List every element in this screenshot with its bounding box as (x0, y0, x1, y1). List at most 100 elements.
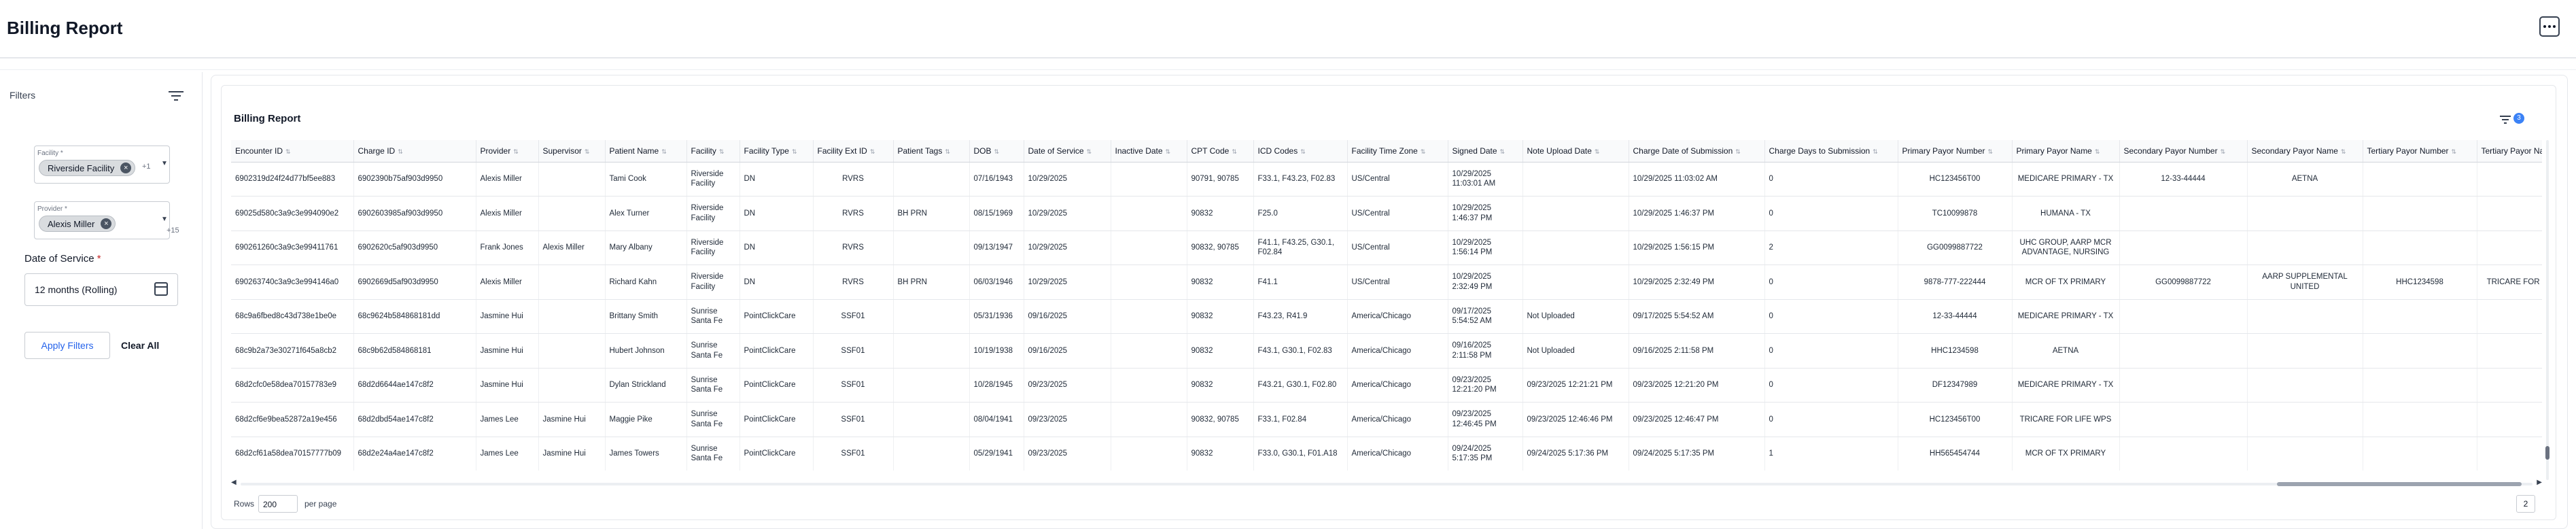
column-header-label: Charge Days to Submission (1769, 146, 1870, 156)
scrollbar-track[interactable] (2546, 140, 2549, 480)
scrollbar-thumb[interactable] (2545, 446, 2549, 460)
table-cell: US/Central (1347, 196, 1448, 231)
sort-icon[interactable]: ⇅ (2095, 148, 2100, 155)
table-row[interactable]: 68c9b2a73e30271f645a8cb2 68c9b62d58486818… (231, 333, 2542, 369)
column-header[interactable]: Note Upload Date ⇅ (1522, 140, 1629, 163)
column-header[interactable]: Secondary Payor Number ⇅ (2119, 140, 2248, 163)
column-header[interactable]: DOB ⇅ (969, 140, 1024, 163)
report-title: Billing Report (234, 113, 301, 124)
table-cell: 0 (1764, 299, 1898, 334)
column-header[interactable]: Primary Payor Name ⇅ (2012, 140, 2120, 163)
table-cell: Alexis Miller (476, 264, 539, 300)
sort-icon[interactable]: ⇅ (1988, 148, 1994, 155)
column-header[interactable]: Tertiary Payor Number ⇅ (2363, 140, 2477, 163)
scroll-right-icon[interactable]: ▶ (2537, 479, 2542, 486)
column-header[interactable]: Primary Payor Number ⇅ (1898, 140, 2013, 163)
column-header[interactable]: Facility Type ⇅ (739, 140, 814, 163)
column-header[interactable]: Provider ⇅ (476, 140, 539, 163)
table-cell (2477, 299, 2542, 334)
facility-chip[interactable]: Riverside Facility × (39, 160, 136, 176)
column-header[interactable]: Charge ID ⇅ (353, 140, 476, 163)
sort-icon[interactable]: ⇅ (1421, 148, 1426, 155)
sort-icon[interactable]: ⇅ (1873, 148, 1878, 155)
calendar-icon[interactable] (154, 282, 168, 296)
horizontal-scrollbar[interactable]: ◀ ▶ (231, 479, 2542, 487)
sort-icon[interactable]: ⇅ (719, 148, 725, 155)
filter-lines-icon[interactable] (169, 91, 184, 103)
table-row[interactable]: 68d2cf6e9bea52872a19e456 68d2dbd54ae147c8… (231, 402, 2542, 437)
column-header[interactable]: Charge Days to Submission ⇅ (1764, 140, 1898, 163)
sort-icon[interactable]: ⇅ (1087, 148, 1092, 155)
column-header[interactable]: Facility Time Zone ⇅ (1347, 140, 1448, 163)
sort-icon[interactable]: ⇅ (661, 148, 667, 155)
chevron-down-icon[interactable]: ▼ (161, 160, 168, 167)
provider-chip[interactable]: Alexis Miller × (39, 216, 116, 232)
table-cell (1111, 264, 1187, 300)
apply-filters-button[interactable]: Apply Filters (24, 332, 110, 359)
sort-icon[interactable]: ⇅ (398, 148, 403, 155)
sort-icon[interactable]: ⇅ (285, 148, 291, 155)
sort-icon[interactable]: ⇅ (2452, 148, 2457, 155)
table-row[interactable]: 68d2cfc0e58dea70157783e9 68d2d6644ae147c8… (231, 368, 2542, 403)
close-icon[interactable]: × (101, 218, 112, 229)
table-cell: America/Chicago (1347, 299, 1448, 334)
table-cell (538, 196, 606, 231)
scroll-left-icon[interactable]: ◀ (231, 479, 237, 486)
table-cell: Sunrise Santa Fe (686, 402, 740, 437)
sort-icon[interactable]: ⇅ (1166, 148, 1171, 155)
column-header[interactable]: Patient Name ⇅ (605, 140, 687, 163)
table-row[interactable]: 69025d580c3a9c3e994090e2 6902603985af903d… (231, 196, 2542, 231)
table-cell: MEDICARE PRIMARY - TX (2012, 368, 2120, 403)
table-cell: 690261260c3a9c3e99411761 (231, 231, 354, 265)
report-table-container[interactable]: Encounter ID ⇅ Charge ID ⇅ Provider ⇅ Supervis… (231, 140, 2542, 471)
column-header[interactable]: Date of Service ⇅ (1024, 140, 1111, 163)
sort-icon[interactable]: ⇅ (513, 148, 519, 155)
table-row[interactable]: 690263740c3a9c3e994146a0 6902669d5af903d9… (231, 264, 2542, 300)
date-of-service-select[interactable]: 12 months (Rolling) (24, 273, 178, 306)
column-header[interactable]: Encounter ID ⇅ (231, 140, 354, 163)
table-row[interactable]: 68c9a6fbed8c43d738e1be0e 68c9624b58486818… (231, 299, 2542, 334)
scrollbar-track[interactable] (241, 483, 2533, 485)
page-number[interactable]: 2 (2516, 495, 2535, 513)
column-header[interactable]: Inactive Date ⇅ (1111, 140, 1187, 163)
column-header[interactable]: Facility ⇅ (686, 140, 740, 163)
column-header[interactable]: Charge Date of Submission ⇅ (1629, 140, 1765, 163)
column-header[interactable]: ICD Codes ⇅ (1253, 140, 1348, 163)
close-icon[interactable]: × (120, 163, 132, 173)
column-header[interactable]: Tertiary Payor Name⇅ (2477, 140, 2542, 163)
scrollbar-thumb[interactable] (2277, 482, 2522, 486)
column-header[interactable]: Supervisor ⇅ (538, 140, 606, 163)
column-header[interactable]: Signed Date ⇅ (1448, 140, 1523, 163)
sort-icon[interactable]: ⇅ (870, 148, 875, 155)
sort-icon[interactable]: ⇅ (945, 148, 950, 155)
more-options-button[interactable] (2539, 16, 2560, 37)
sort-icon[interactable]: ⇅ (994, 148, 1000, 155)
table-row[interactable]: 68d2cf61a58dea70157777b09 68d2e24a4ae147c… (231, 437, 2542, 471)
sort-icon[interactable]: ⇅ (1300, 148, 1306, 155)
vertical-scrollbar[interactable] (2545, 140, 2550, 480)
chevron-down-icon[interactable]: ▼ (161, 216, 168, 223)
provider-filter[interactable]: Provider * Alexis Miller × +15 ▼ (34, 201, 179, 239)
facility-filter[interactable]: Facility * Riverside Facility × +1 ▼ (34, 146, 170, 184)
sort-icon[interactable]: ⇅ (1595, 148, 1600, 155)
column-header[interactable]: Patient Tags ⇅ (893, 140, 970, 163)
sort-icon[interactable]: ⇅ (2221, 148, 2226, 155)
table-row[interactable]: 690261260c3a9c3e99411761 6902620c5af903d9… (231, 231, 2542, 265)
sort-icon[interactable]: ⇅ (585, 148, 590, 155)
column-header[interactable]: Secondary Payor Name ⇅ (2247, 140, 2363, 163)
sort-icon[interactable]: ⇅ (1500, 148, 1505, 155)
clear-all-button[interactable]: Clear All (121, 332, 159, 359)
rows-per-page-input[interactable]: 200 (258, 495, 298, 513)
column-header-label: CPT Code (1191, 146, 1230, 156)
filter-icon[interactable] (2500, 116, 2511, 125)
sort-icon[interactable]: ⇅ (2341, 148, 2346, 155)
column-header[interactable]: CPT Code ⇅ (1187, 140, 1254, 163)
table-row[interactable]: 6902319d24f24d77bf5ee883 6902390b75af903d… (231, 162, 2542, 197)
table-cell: RVRS (813, 231, 894, 265)
sort-icon[interactable]: ⇅ (1735, 148, 1741, 155)
table-cell (2119, 402, 2248, 437)
table-cell: DN (739, 264, 814, 300)
sort-icon[interactable]: ⇅ (792, 148, 797, 155)
column-header[interactable]: Facility Ext ID ⇅ (813, 140, 894, 163)
sort-icon[interactable]: ⇅ (1232, 148, 1237, 155)
